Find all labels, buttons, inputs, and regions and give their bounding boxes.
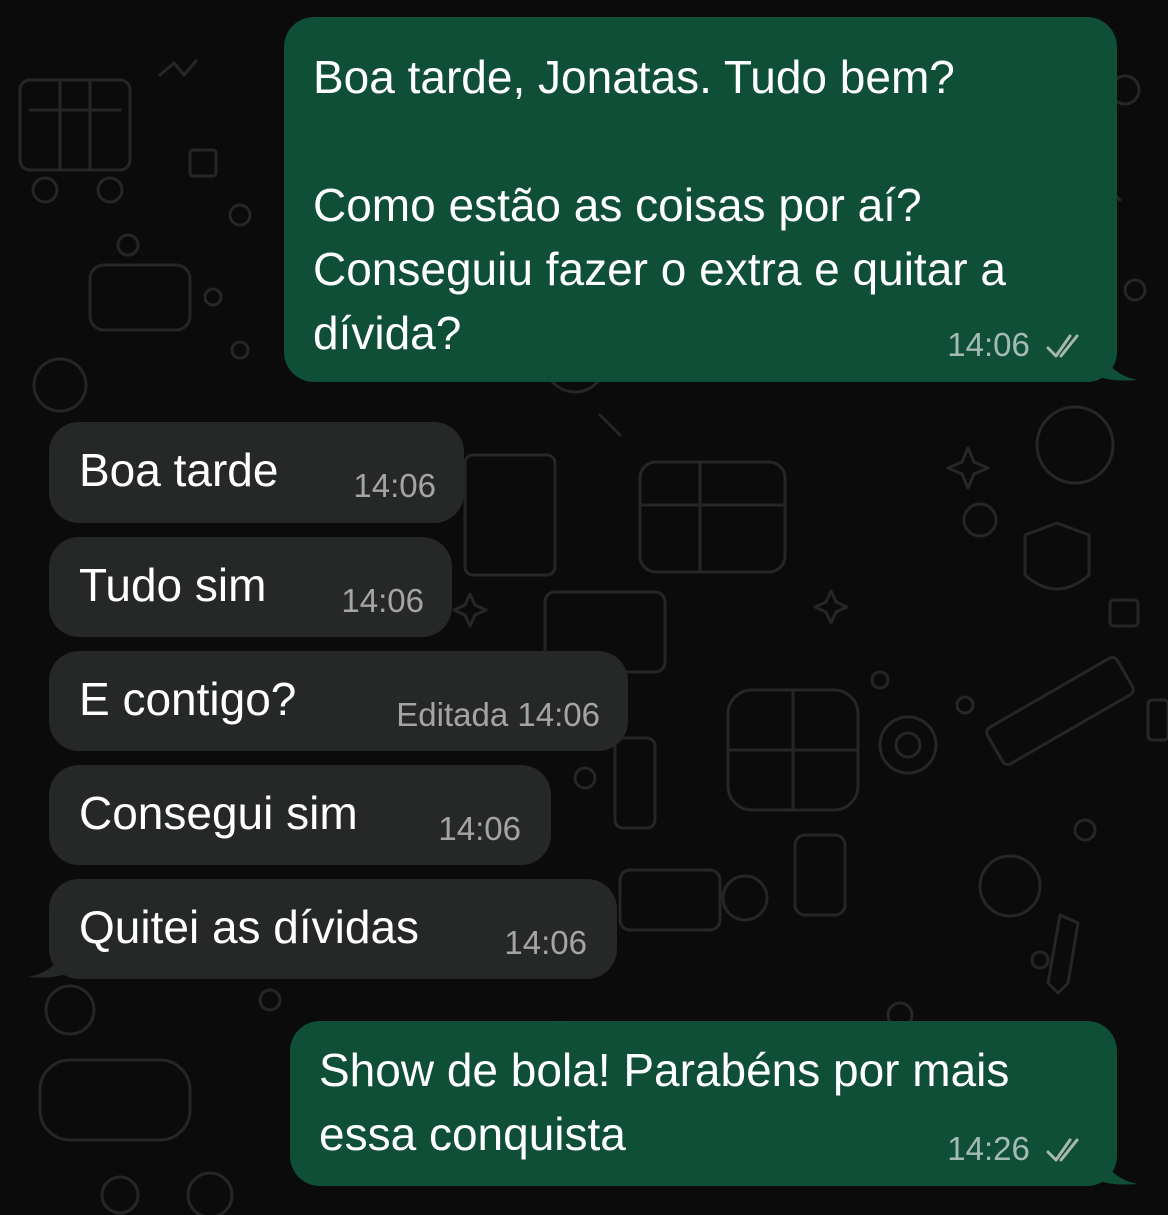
edited-label: Editada	[396, 696, 509, 733]
message-time: 14:06	[504, 924, 587, 961]
message-time: 14:06	[947, 326, 1030, 363]
double-check-icon	[1046, 334, 1079, 358]
message-meta: Editada 14:06	[396, 696, 600, 734]
double-check-icon	[1046, 1138, 1079, 1162]
message-text: Boa tarde, Jonatas. Tudo bem? Como estão…	[313, 51, 1006, 359]
message-time: 14:06	[353, 467, 436, 504]
message-meta: 14:26	[947, 1130, 1089, 1168]
message-incoming[interactable]: E contigo? Editada 14:06	[49, 651, 628, 751]
message-meta: 14:06	[947, 326, 1089, 364]
message-outgoing[interactable]: Show de bola! Parabéns por mais essa con…	[290, 1021, 1117, 1186]
message-time: 14:26	[947, 1130, 1030, 1167]
message-incoming[interactable]: Quitei as dívidas 14:06	[49, 879, 617, 979]
message-incoming[interactable]: Consegui sim 14:06	[49, 765, 551, 865]
message-time: 14:06	[341, 582, 424, 619]
message-incoming[interactable]: Boa tarde 14:06	[49, 422, 464, 523]
bubble-tail	[28, 939, 68, 978]
bubble-tail	[1098, 342, 1138, 381]
message-time: 14:06	[517, 696, 600, 733]
bubble-tail	[1098, 1146, 1138, 1185]
message-incoming[interactable]: Tudo sim 14:06	[49, 537, 452, 637]
message-outgoing[interactable]: Boa tarde, Jonatas. Tudo bem? Como estão…	[284, 17, 1117, 382]
message-time: 14:06	[438, 810, 521, 847]
